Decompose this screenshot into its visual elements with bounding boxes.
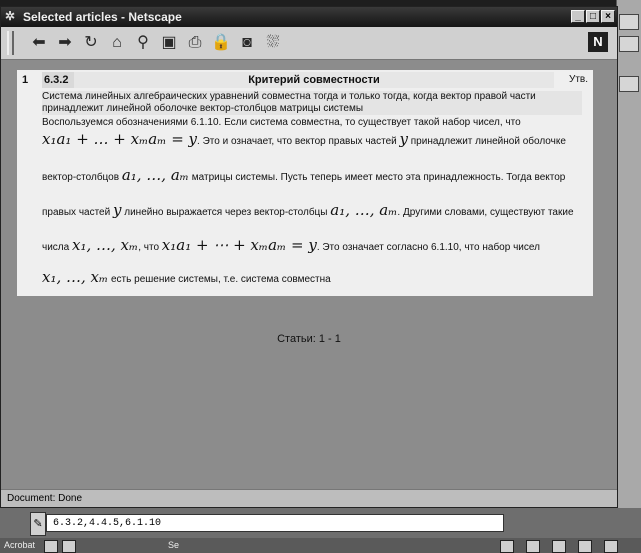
- background-button[interactable]: [619, 76, 639, 92]
- proof-text: числа: [42, 242, 70, 253]
- proof-text: матрицы системы. Пусть теперь имеет мест…: [191, 172, 566, 183]
- article-number: 1: [22, 74, 29, 86]
- proof-text: линейно выражается через вектор-столбцы: [124, 207, 328, 218]
- netscape-app-icon: ✲: [5, 9, 16, 23]
- proof-line: правых частей y линейно выражается через…: [42, 201, 574, 219]
- title-bar[interactable]: ✲ Selected articles - Netscape _ □ ×: [1, 7, 617, 27]
- status-bar: Document: Done: [1, 489, 617, 507]
- article-kind: Утв.: [569, 74, 589, 85]
- search-icon[interactable]: ⚲: [133, 32, 153, 53]
- background-button[interactable]: [619, 36, 639, 52]
- proof-text: вектор-столбцов: [42, 172, 120, 183]
- tray-icon[interactable]: [526, 540, 540, 553]
- reload-icon[interactable]: ↻: [81, 32, 101, 53]
- taskbar-item[interactable]: Se: [168, 540, 179, 550]
- taskbar-acrobat[interactable]: Acrobat: [4, 540, 35, 550]
- netscape-guide-icon[interactable]: ▣: [159, 32, 179, 53]
- pen-icon[interactable]: ✎: [30, 512, 46, 536]
- article-count: Статьи: 1 - 1: [277, 333, 341, 345]
- theorem-statement: Система линейных алгебраических уравнени…: [42, 91, 582, 115]
- formula: y: [399, 130, 408, 148]
- formula: y: [112, 201, 122, 219]
- images-icon[interactable]: ◙: [237, 32, 257, 53]
- proof-text: , что: [138, 242, 159, 253]
- proof-paragraph: Воспользуемся обозначениями 6.1.10. Если…: [42, 117, 521, 128]
- article-panel: 1 6.3.2 Критерий совместности Утв. Систе…: [17, 70, 593, 296]
- window-title: Selected articles - Netscape: [23, 10, 182, 24]
- article-heading: Критерий совместности: [74, 72, 554, 88]
- proof-text: правых частей: [42, 207, 111, 218]
- article-query-input[interactable]: 6.3.2,4.4.5,6.1.10: [46, 514, 504, 532]
- home-icon[interactable]: ⌂: [107, 32, 127, 53]
- proof-line: вектор-столбцов a₁, …, aₘ матрицы систем…: [42, 166, 565, 184]
- tray-icon[interactable]: [552, 540, 566, 553]
- maximize-button[interactable]: □: [586, 10, 600, 23]
- netscape-window: ✲ Selected articles - Netscape _ □ × ⬅ ➡…: [0, 6, 618, 508]
- back-icon[interactable]: ⬅: [29, 32, 49, 53]
- proof-line: x₁, …, xₘ есть решение системы, т.е. сис…: [42, 268, 331, 286]
- section-number[interactable]: 6.3.2: [42, 72, 76, 88]
- netscape-logo: N: [588, 32, 608, 52]
- taskbar-icon[interactable]: [44, 540, 58, 553]
- background-app-edge: [616, 0, 641, 553]
- tray-icon[interactable]: [500, 540, 514, 553]
- taskbar-icon[interactable]: [62, 540, 76, 553]
- close-button[interactable]: ×: [601, 10, 615, 23]
- proof-text: принадлежит линейной оболочке: [410, 136, 566, 147]
- tray-icon[interactable]: [578, 540, 592, 553]
- navigation-toolbar: ⬅ ➡ ↻ ⌂ ⚲ ▣ ⎙ 🔒 ◙ ⛆ N: [1, 27, 617, 60]
- stop-icon[interactable]: ⛆: [263, 32, 283, 53]
- formula: a₁, …, aₘ: [330, 201, 398, 219]
- proof-text: . Это и означает, что вектор правых част…: [197, 136, 397, 147]
- proof-text: . Это означает согласно 6.1.10, что набо…: [316, 242, 540, 253]
- formula: x₁, …, xₘ: [71, 236, 139, 254]
- print-icon[interactable]: ⎙: [185, 32, 205, 53]
- proof-text: есть решение системы, т.е. система совме…: [111, 274, 331, 285]
- formula: a₁, …, aₘ: [121, 166, 189, 184]
- proof-line: x₁a₁ + … + xₘaₘ = y. Это и означает, что…: [42, 130, 566, 148]
- proof-line: числа x₁, …, xₘ, что x₁a₁ + ⋯ + xₘaₘ = y…: [42, 236, 540, 254]
- toolbar-grip[interactable]: [7, 31, 14, 55]
- minimize-button[interactable]: _: [571, 10, 585, 23]
- proof-text: . Другими словами, существуют такие: [397, 207, 574, 218]
- formula: x₁a₁ + ⋯ + xₘaₘ = y: [161, 236, 317, 254]
- background-button[interactable]: [619, 14, 639, 30]
- formula: x₁, …, xₘ: [42, 268, 109, 286]
- tray-icon[interactable]: [604, 540, 618, 553]
- formula: x₁a₁ + … + xₘaₘ = y: [42, 130, 198, 148]
- input-area: ✎ 6.3.2,4.4.5,6.1.10 Acrobat Se: [0, 508, 641, 553]
- taskbar: Acrobat Se: [0, 538, 641, 553]
- forward-icon[interactable]: ➡: [55, 32, 75, 53]
- page-content: 1 6.3.2 Критерий совместности Утв. Систе…: [1, 60, 617, 490]
- security-icon[interactable]: 🔒: [211, 32, 231, 53]
